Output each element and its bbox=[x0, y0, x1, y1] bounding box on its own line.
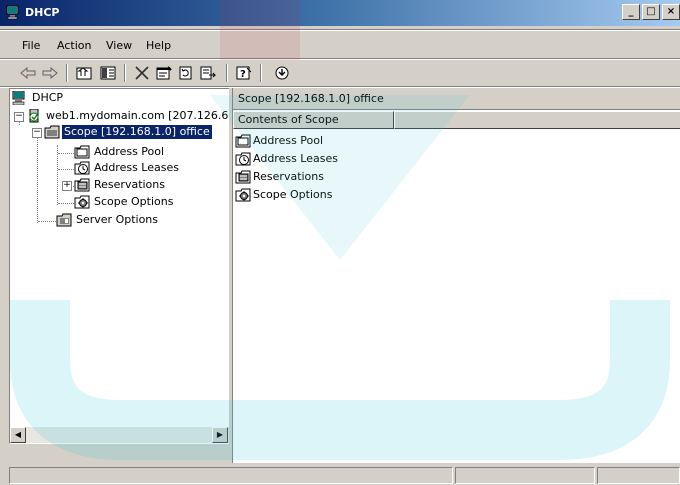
tree-item-reservations[interactable]: Reservations bbox=[74, 177, 167, 193]
list-item-reservations[interactable]: Reservations bbox=[235, 168, 324, 185]
reservations-icon bbox=[235, 170, 251, 183]
expand-reservations-toggle[interactable]: + bbox=[62, 181, 72, 191]
column-header-empty[interactable] bbox=[394, 111, 680, 129]
minimize-button[interactable]: _ bbox=[622, 4, 640, 20]
back-icon[interactable] bbox=[18, 63, 38, 83]
list-item-label: Address Pool bbox=[253, 134, 324, 147]
console-tree[interactable]: DHCP − web1.mydomain.com [207.126.6 − Sc… bbox=[9, 88, 230, 444]
maximize-button[interactable]: □ bbox=[642, 4, 660, 20]
tree-label: Scope [192.168.1.0] office bbox=[61, 124, 213, 140]
scroll-right-icon[interactable]: ▶ bbox=[212, 427, 228, 443]
status-panel-3 bbox=[597, 467, 680, 484]
tree-label: Reservations bbox=[94, 178, 165, 191]
tree-item-dhcp[interactable]: DHCP bbox=[12, 90, 65, 106]
status-bar bbox=[0, 465, 680, 485]
properties-icon[interactable] bbox=[154, 63, 174, 83]
status-panel-main bbox=[9, 467, 453, 484]
close-button[interactable]: × bbox=[662, 4, 680, 20]
toolbar: ? bbox=[0, 60, 680, 86]
list-item-address-pool[interactable]: Address Pool bbox=[235, 132, 323, 149]
list-item-label: Reservations bbox=[253, 170, 324, 183]
tree-label: web1.mydomain.com [207.126.6 bbox=[46, 109, 229, 122]
server-options-icon bbox=[56, 213, 72, 227]
svg-text:?: ? bbox=[240, 69, 246, 80]
column-header-contents[interactable]: Contents of Scope bbox=[233, 111, 394, 129]
menu-view[interactable]: View bbox=[106, 39, 132, 52]
status-panel-2 bbox=[455, 467, 595, 484]
collapse-server-toggle[interactable]: − bbox=[14, 112, 24, 122]
delete-icon[interactable] bbox=[132, 63, 152, 83]
tree-label: Scope Options bbox=[94, 195, 174, 208]
list-item-label: Scope Options bbox=[253, 188, 333, 201]
tree-horizontal-scrollbar[interactable]: ◀ ▶ bbox=[10, 427, 229, 443]
tree-item-address-pool[interactable]: Address Pool bbox=[74, 144, 166, 160]
details-pane-title: Scope [192.168.1.0] office bbox=[233, 88, 680, 110]
tree-label: DHCP bbox=[32, 91, 64, 104]
details-pane[interactable]: Scope [192.168.1.0] office Contents of S… bbox=[232, 88, 680, 463]
list-item-scope-options[interactable]: Scope Options bbox=[235, 186, 332, 203]
menu-action[interactable]: Action bbox=[57, 39, 91, 52]
action-icon[interactable] bbox=[272, 63, 292, 83]
tree-label: Address Pool bbox=[94, 145, 165, 158]
tree-item-scope-options[interactable]: Scope Options bbox=[74, 194, 175, 210]
scope-options-icon bbox=[235, 188, 251, 201]
title-bar[interactable]: DHCP _ □ × bbox=[0, 0, 680, 26]
dhcp-app-icon bbox=[6, 5, 19, 20]
list-item-label: Address Leases bbox=[253, 152, 338, 165]
list-item-address-leases[interactable]: Address Leases bbox=[235, 150, 338, 167]
scope-folder-icon bbox=[44, 125, 60, 139]
tree-label: Address Leases bbox=[94, 161, 179, 174]
scope-options-icon bbox=[74, 195, 90, 209]
up-icon[interactable] bbox=[74, 63, 94, 83]
server-icon bbox=[29, 109, 39, 123]
show-hide-tree-icon[interactable] bbox=[98, 63, 118, 83]
menu-help[interactable]: Help bbox=[146, 39, 171, 52]
tree-item-scope[interactable]: Scope [192.168.1.0] office bbox=[44, 124, 213, 140]
tree-item-server-options[interactable]: Server Options bbox=[56, 212, 160, 228]
tree-item-address-leases[interactable]: Address Leases bbox=[74, 160, 181, 176]
address-leases-icon bbox=[235, 152, 251, 165]
address-leases-icon bbox=[74, 161, 90, 175]
help-icon[interactable]: ? bbox=[234, 63, 254, 83]
reservations-icon bbox=[74, 178, 90, 192]
collapse-scope-toggle[interactable]: − bbox=[32, 128, 42, 138]
tree-item-server[interactable]: web1.mydomain.com [207.126.6 bbox=[26, 108, 229, 124]
scroll-left-icon[interactable]: ◀ bbox=[10, 427, 26, 443]
dhcp-icon bbox=[12, 91, 25, 105]
address-pool-icon bbox=[235, 134, 251, 147]
tree-label: Server Options bbox=[76, 213, 159, 226]
refresh-icon[interactable] bbox=[176, 63, 196, 83]
export-list-icon[interactable] bbox=[198, 63, 218, 83]
forward-icon[interactable] bbox=[40, 63, 60, 83]
address-pool-icon bbox=[74, 145, 90, 159]
window-title: DHCP bbox=[25, 6, 60, 19]
menu-file[interactable]: File bbox=[22, 39, 40, 52]
menu-bar: File Action View Help bbox=[0, 33, 680, 57]
